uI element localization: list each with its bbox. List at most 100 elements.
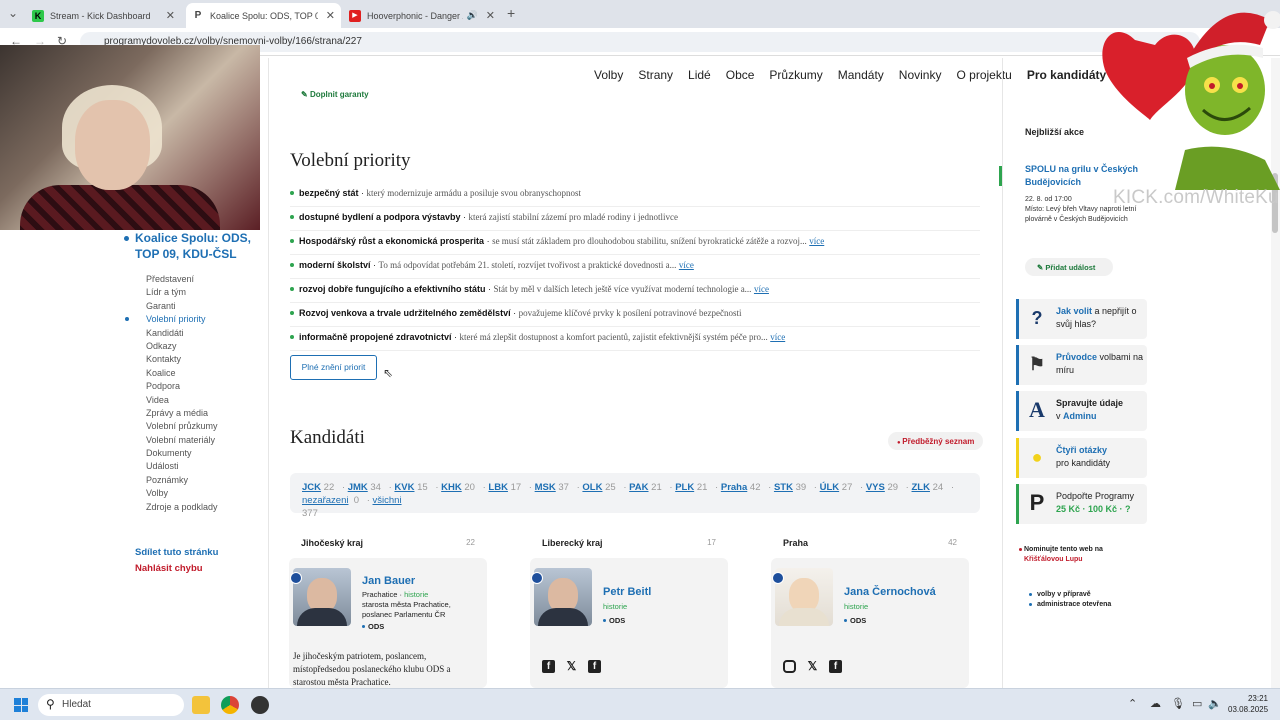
priority-desc: které má zlepšit dostupnost a komfort pa…: [459, 332, 768, 342]
candidate-photo[interactable]: [772, 568, 833, 626]
subnav-volebni-priority[interactable]: Volební priority: [125, 314, 268, 327]
nav-volby[interactable]: Volby: [594, 68, 623, 82]
subnav-kontakty[interactable]: Kontakty: [146, 354, 268, 367]
nav-obce[interactable]: Obce: [726, 68, 755, 82]
subnav-udalosti[interactable]: Události: [146, 461, 268, 474]
region-filter-all[interactable]: všichni: [373, 495, 402, 506]
region-filter-msk[interactable]: MSK 37: [535, 482, 569, 493]
promo-how-to-vote[interactable]: ? Jak volit a nepřijít o svůj hlas?: [1016, 299, 1147, 339]
region-filter-kvk[interactable]: KVK 15: [394, 482, 427, 493]
region-filter-khk[interactable]: KHK 20: [441, 482, 475, 493]
tab-hooverphonic[interactable]: ▶ Hooverphonic - Danger Zo 🔊 ✕: [343, 3, 501, 28]
region-filter-lbk[interactable]: LBK 17: [488, 482, 521, 493]
subnav-kandidati[interactable]: Kandidáti: [146, 328, 268, 341]
promo-support[interactable]: P Podpořte Programy 25 Kč · 100 Kč · ?: [1016, 484, 1147, 524]
subnav-videa[interactable]: Videa: [146, 395, 268, 408]
promo-four-questions[interactable]: ● Čtyři otázky pro kandidáty: [1016, 438, 1147, 478]
x-twitter-icon[interactable]: 𝕏: [565, 660, 578, 673]
nav-mandaty[interactable]: Mandáty: [838, 68, 884, 82]
history-link[interactable]: historie: [844, 602, 868, 611]
region-filter-stk[interactable]: STK 39: [774, 482, 806, 493]
chrome-icon[interactable]: [221, 696, 239, 714]
priority-item: dostupné bydlení a podpora výstavby · kt…: [290, 207, 980, 231]
tab-kick-dashboard[interactable]: K Stream - Kick Dashboard ✕: [26, 3, 181, 28]
full-priorities-button[interactable]: Plné znění priorit: [290, 355, 377, 380]
x-twitter-icon[interactable]: 𝕏: [806, 660, 819, 673]
subnav-podpora[interactable]: Podpora: [146, 381, 268, 394]
subnav-zpravy-a-media[interactable]: Zprávy a média: [146, 408, 268, 421]
file-explorer-icon[interactable]: [192, 696, 210, 714]
instagram-icon[interactable]: [783, 660, 796, 673]
subnav-dokumenty[interactable]: Dokumenty: [146, 448, 268, 461]
subnav-koalice[interactable]: Koalice: [146, 368, 268, 381]
tray-network-icon[interactable]: ▭: [1192, 697, 1202, 710]
history-link[interactable]: historie: [603, 602, 627, 611]
tray-volume-icon[interactable]: 🔈: [1208, 697, 1222, 710]
nav-lide[interactable]: Lidé: [688, 68, 711, 82]
facebook-icon[interactable]: f: [829, 660, 842, 673]
priority-more-link[interactable]: více: [754, 284, 769, 294]
candidate-name-link[interactable]: Jana Černochová: [844, 586, 936, 598]
region-filter-unassigned[interactable]: nezařazeni 0: [302, 495, 359, 506]
region-filter-vys[interactable]: VYS 29: [866, 482, 898, 493]
candidate-photo[interactable]: [531, 568, 592, 626]
add-event-button[interactable]: ✎ Přidat událost: [1025, 258, 1113, 276]
subnav-lidr-a-tym[interactable]: Lídr a tým: [146, 287, 268, 300]
nav-pruzkumy[interactable]: Průzkumy: [769, 68, 822, 82]
subnav-predstaveni[interactable]: Představení: [146, 274, 268, 287]
priority-desc: považujeme klíčové prvky k posílení potr…: [518, 308, 742, 318]
history-link[interactable]: historie: [404, 590, 428, 599]
candidate-name-link[interactable]: Jan Bauer: [362, 575, 415, 587]
tray-chevron-icon[interactable]: ⌃: [1128, 697, 1137, 710]
nav-novinky[interactable]: Novinky: [899, 68, 942, 82]
party-name-link[interactable]: Koalice Spolu: ODS, TOP 09, KDU-ČSL: [118, 230, 268, 262]
add-guarantors-link[interactable]: ✎ Doplnit garanty: [301, 90, 369, 99]
new-tab-icon[interactable]: +: [507, 5, 515, 21]
taskbar-clock[interactable]: 23:21 03.08.2025: [1228, 693, 1268, 715]
nav-o-projektu[interactable]: O projektu: [956, 68, 1011, 82]
promo-bold: Průvodce: [1056, 352, 1098, 362]
subnav-volebni-pruzkumy[interactable]: Volební průzkumy: [146, 421, 268, 434]
close-tab-icon[interactable]: ✕: [486, 9, 495, 22]
tab-list-icon[interactable]: ⌄: [8, 6, 18, 20]
close-tab-icon[interactable]: ✕: [326, 9, 335, 22]
windows-start-icon[interactable]: [14, 698, 28, 712]
tray-cloud-icon[interactable]: ☁: [1150, 697, 1161, 710]
candidate-photo[interactable]: [290, 568, 351, 626]
region-filter-zlk[interactable]: ZLK 24: [912, 482, 944, 493]
subnav-volebni-materialy[interactable]: Volební materiály: [146, 435, 268, 448]
nav-strany[interactable]: Strany: [638, 68, 673, 82]
subnav-zdroje-a-podklady[interactable]: Zdroje a podklady: [146, 502, 268, 515]
priority-more-link[interactable]: více: [679, 260, 694, 270]
priority-more-link[interactable]: více: [809, 236, 824, 246]
promo-admin[interactable]: A Spravujte údaje v Adminu: [1016, 391, 1147, 431]
region-count: 0: [353, 495, 360, 506]
promo-guide[interactable]: ⚑ Průvodce volbami na míru: [1016, 345, 1147, 385]
share-page-link[interactable]: Sdílet tuto stránku: [135, 547, 218, 558]
promo-bold: Čtyři otázky: [1056, 445, 1108, 455]
subnav-garanti[interactable]: Garanti: [146, 301, 268, 314]
close-tab-icon[interactable]: ✕: [166, 9, 175, 22]
obs-icon[interactable]: [251, 696, 269, 714]
audio-playing-icon[interactable]: 🔊: [467, 10, 478, 21]
region-filter-plk[interactable]: PLK 21: [675, 482, 707, 493]
facebook-icon[interactable]: f: [542, 660, 555, 673]
subnav-odkazy[interactable]: Odkazy: [146, 341, 268, 354]
priority-more-link[interactable]: více: [770, 332, 785, 342]
promo-bold: 25 Kč · 100 Kč · ?: [1056, 504, 1131, 514]
region-filter-ulk[interactable]: ÚLK 27: [820, 482, 853, 493]
candidate-name-link[interactable]: Petr Beitl: [603, 586, 651, 598]
facebook-page-icon[interactable]: f: [588, 660, 601, 673]
subnav-volby[interactable]: Volby: [146, 488, 268, 501]
tab-koalice-spolu[interactable]: P Koalice Spolu: ODS, TOP 09, KD ✕: [186, 3, 341, 28]
tray-mic-icon[interactable]: 🎙: [1171, 697, 1185, 710]
region-filter-pak[interactable]: PAK 21: [629, 482, 662, 493]
region-filter-olk[interactable]: OLK 25: [582, 482, 615, 493]
region-filter-jmk[interactable]: JMK 34: [348, 482, 381, 493]
region-filter-jck[interactable]: JCK 22: [302, 482, 334, 493]
taskbar-search[interactable]: ⚲ Hledat: [38, 694, 184, 716]
crystal-lupa-link[interactable]: Křišťálovou Lupu: [1024, 555, 1144, 565]
region-filter-praha[interactable]: Praha 42: [721, 482, 761, 493]
subnav-poznamky[interactable]: Poznámky: [146, 475, 268, 488]
report-error-link[interactable]: Nahlásit chybu: [135, 563, 203, 574]
